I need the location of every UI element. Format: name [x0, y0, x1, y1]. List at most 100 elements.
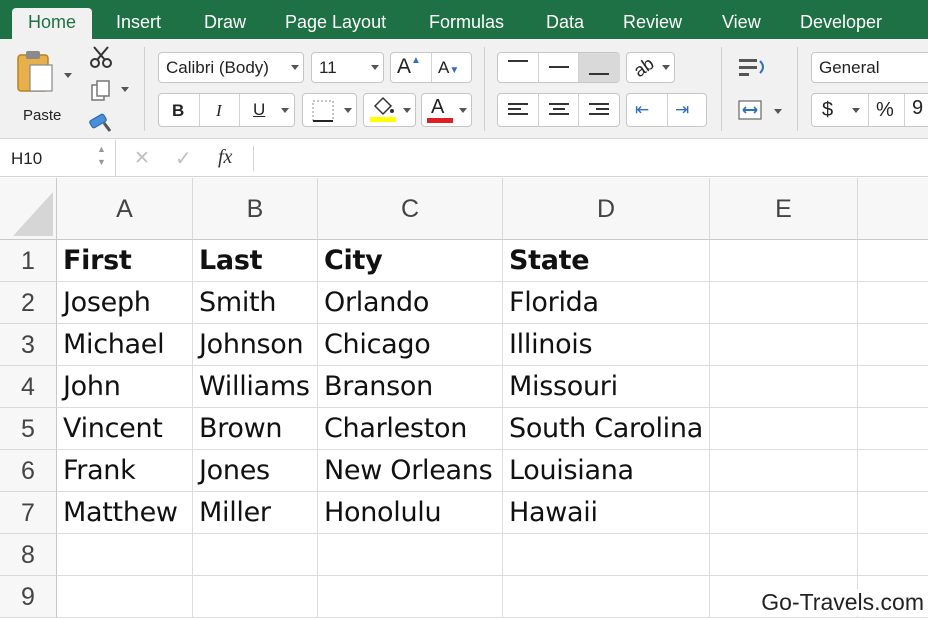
column-header[interactable]: B	[193, 178, 318, 240]
grid-cell[interactable]	[858, 492, 928, 534]
merge-center-icon[interactable]	[738, 100, 764, 122]
grid-cell[interactable]: John	[57, 366, 193, 408]
align-middle-button[interactable]	[549, 63, 569, 71]
column-header[interactable]: C	[318, 178, 503, 240]
grid-cell[interactable]	[57, 534, 193, 576]
grid-cell[interactable]: State	[503, 240, 710, 282]
underline-dropdown-caret[interactable]	[281, 108, 289, 113]
grid-cell[interactable]: City	[318, 240, 503, 282]
format-painter-icon[interactable]	[88, 109, 114, 133]
tab-review[interactable]: Review	[623, 8, 682, 39]
insert-function-icon[interactable]: fx	[218, 146, 232, 169]
grid-cell[interactable]	[710, 492, 858, 534]
increase-indent-icon[interactable]: ⇥	[675, 100, 689, 120]
row-header[interactable]: 3	[0, 324, 57, 366]
row-header[interactable]: 7	[0, 492, 57, 534]
tab-data[interactable]: Data	[546, 8, 584, 39]
grid-cell[interactable]: Chicago	[318, 324, 503, 366]
grid-cell[interactable]	[193, 534, 318, 576]
grid-cell[interactable]: Miller	[193, 492, 318, 534]
grid-cell[interactable]	[858, 408, 928, 450]
grid-cell[interactable]: Orlando	[318, 282, 503, 324]
grid-cell[interactable]	[710, 366, 858, 408]
grid-cell[interactable]: Smith	[193, 282, 318, 324]
grid-cell[interactable]: Williams	[193, 366, 318, 408]
column-header[interactable]: D	[503, 178, 710, 240]
paste-button[interactable]: Paste	[12, 47, 74, 127]
name-box[interactable]: H10 ▲ ▼	[0, 140, 116, 177]
align-top-button[interactable]	[508, 57, 528, 65]
grow-font-button[interactable]: A▲	[397, 55, 421, 79]
tab-home[interactable]: Home	[12, 8, 93, 39]
grid-cell[interactable]	[710, 282, 858, 324]
align-bottom-button[interactable]	[579, 53, 620, 82]
grid-cell[interactable]	[858, 366, 928, 408]
grid-cell[interactable]	[710, 240, 858, 282]
grid-cell[interactable]	[503, 534, 710, 576]
column-header[interactable]: E	[710, 178, 858, 240]
orientation-button[interactable]: ab	[626, 52, 675, 83]
grid-cell[interactable]: Hawaii	[503, 492, 710, 534]
shrink-font-button[interactable]: A▼	[438, 58, 459, 78]
comma-style-icon[interactable]: 9	[912, 97, 923, 120]
grid-cell[interactable]	[193, 576, 318, 618]
cut-icon[interactable]	[89, 45, 113, 69]
currency-dropdown-caret[interactable]	[852, 108, 860, 113]
italic-button[interactable]: I	[216, 101, 222, 121]
column-header[interactable]: A	[57, 178, 193, 240]
underline-button[interactable]: U	[253, 100, 265, 120]
number-format-select[interactable]: General	[811, 52, 928, 83]
grid-cell[interactable]	[503, 576, 710, 618]
align-right-button[interactable]	[589, 100, 609, 118]
grid-cell[interactable]: Brown	[193, 408, 318, 450]
grid-cell[interactable]: Missouri	[503, 366, 710, 408]
grid-cell[interactable]: Last	[193, 240, 318, 282]
grid-cell[interactable]: Florida	[503, 282, 710, 324]
select-all-corner[interactable]	[0, 178, 57, 240]
align-left-button[interactable]	[508, 100, 528, 118]
row-header[interactable]: 9	[0, 576, 57, 618]
formula-input[interactable]	[264, 140, 924, 177]
grid-cell[interactable]	[710, 408, 858, 450]
paste-dropdown-caret[interactable]	[64, 73, 72, 78]
grid-cell[interactable]	[318, 534, 503, 576]
cancel-icon[interactable]: ✕	[134, 147, 150, 170]
grid-cell[interactable]: Johnson	[193, 324, 318, 366]
grid-cell[interactable]: Charleston	[318, 408, 503, 450]
grid-cell[interactable]	[710, 450, 858, 492]
grid-cell[interactable]: South Carolina	[503, 408, 710, 450]
grid-cell[interactable]: Frank	[57, 450, 193, 492]
tab-insert[interactable]: Insert	[116, 8, 161, 39]
grid-cell[interactable]: Joseph	[57, 282, 193, 324]
grid-cell[interactable]	[858, 282, 928, 324]
fill-color-button[interactable]	[363, 93, 416, 127]
grid-cell[interactable]: Branson	[318, 366, 503, 408]
align-center-button[interactable]	[549, 100, 569, 118]
grid-cell[interactable]	[57, 576, 193, 618]
merge-dropdown-caret[interactable]	[774, 109, 782, 114]
row-header[interactable]: 5	[0, 408, 57, 450]
grid-cell[interactable]: First	[57, 240, 193, 282]
font-color-button[interactable]: A	[421, 93, 472, 127]
tab-page-layout[interactable]: Page Layout	[285, 8, 386, 39]
grid-cell[interactable]: Vincent	[57, 408, 193, 450]
grid-cell[interactable]: Matthew	[57, 492, 193, 534]
column-header-partial[interactable]	[858, 178, 928, 240]
tab-view[interactable]: View	[722, 8, 761, 39]
currency-button[interactable]: $	[822, 99, 833, 122]
copy-dropdown-caret[interactable]	[121, 87, 129, 92]
grid-cell[interactable]	[710, 324, 858, 366]
grid-cell[interactable]	[710, 534, 858, 576]
grid-cell[interactable]: Honolulu	[318, 492, 503, 534]
grid-cell[interactable]: Jones	[193, 450, 318, 492]
decrease-indent-icon[interactable]: ⇤	[635, 100, 649, 120]
row-header[interactable]: 1	[0, 240, 57, 282]
copy-icon[interactable]	[89, 79, 113, 103]
grid-cell[interactable]	[858, 534, 928, 576]
font-size-select[interactable]: 11	[311, 52, 384, 83]
grid-cell[interactable]	[318, 576, 503, 618]
grid-cell[interactable]	[858, 240, 928, 282]
name-box-stepper-icon[interactable]: ▲ ▼	[97, 143, 106, 169]
grid-cell[interactable]: Illinois	[503, 324, 710, 366]
enter-icon[interactable]: ✓	[175, 146, 192, 171]
